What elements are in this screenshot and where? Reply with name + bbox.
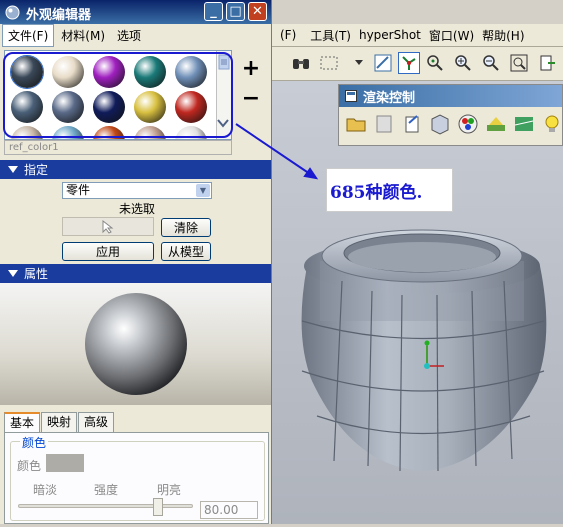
menu-file[interactable]: 文件(F): [2, 23, 55, 47]
edit-scene-icon[interactable]: [401, 113, 425, 137]
menu-material[interactable]: 材料(M): [56, 25, 110, 46]
zoom-in-icon[interactable]: [452, 52, 474, 74]
room-icon[interactable]: [429, 113, 453, 137]
tab-mapping[interactable]: 映射: [41, 412, 78, 432]
part-type-select[interactable]: 零件 ▼: [62, 182, 212, 199]
close-button[interactable]: ✕: [248, 2, 267, 21]
selection-status: 未选取: [118, 202, 155, 216]
assign-section-title: 指定: [24, 163, 49, 177]
render-control-title: 渲染控制: [363, 90, 416, 106]
tab-basic[interactable]: 基本: [4, 412, 41, 434]
zoom-out-icon[interactable]: [480, 52, 502, 74]
zoom-fit-icon[interactable]: [508, 52, 530, 74]
property-tabs: 基本 映射 高级: [4, 412, 115, 434]
part-type-value: 零件: [66, 183, 91, 197]
brightness-value-field[interactable]: 80.00: [200, 501, 258, 519]
window-icon: [345, 90, 357, 102]
slider-label-bright: 明亮: [157, 483, 182, 497]
cad-menu-help[interactable]: 帮助(H): [482, 27, 524, 44]
add-material-button[interactable]: +: [241, 56, 261, 81]
color-swatch-button[interactable]: [46, 454, 84, 472]
lights-icon[interactable]: [485, 113, 509, 137]
chevron-down-icon: ▼: [196, 184, 210, 197]
render-control-toolbar: 渲染控制: [338, 84, 563, 146]
cad-menu-window[interactable]: 窗口(W): [429, 27, 474, 44]
collapse-triangle-icon: [8, 166, 18, 173]
brightness-slider-track[interactable]: [18, 504, 193, 508]
material-preview: [0, 283, 271, 405]
editor-menubar: 文件(F) 材料(M) 选项: [0, 23, 271, 47]
editor-titlebar[interactable]: 外观编辑器 _ □ ✕: [0, 0, 271, 24]
material-name-field[interactable]: ref_color1: [4, 140, 232, 155]
view-manager-icon[interactable]: [536, 52, 558, 74]
properties-section-header[interactable]: 属性: [0, 264, 271, 283]
light-bulb-icon[interactable]: [541, 113, 563, 137]
render-control-titlebar[interactable]: 渲染控制: [339, 85, 562, 107]
graphics-viewport[interactable]: [272, 81, 563, 524]
cad-toolbar: [272, 47, 563, 81]
selection-box-icon[interactable]: [318, 52, 340, 74]
cad-menu-file-tail[interactable]: (F): [280, 28, 296, 42]
chevron-down-icon[interactable]: [348, 52, 370, 74]
menu-options[interactable]: 选项: [112, 25, 146, 46]
orient-icon[interactable]: [424, 52, 446, 74]
sphere-app-icon: [5, 5, 20, 20]
editor-title: 外观编辑器: [26, 8, 92, 23]
color-group-title: 颜色: [20, 434, 49, 451]
color-count-callout: 685种颜色.: [326, 168, 453, 212]
preview-sphere: [85, 293, 187, 395]
cursor-arrow-icon: [102, 219, 114, 234]
appearance-icon[interactable]: [457, 113, 481, 137]
color-label: 颜色: [17, 459, 42, 473]
palette-highlight-outline: [3, 52, 233, 138]
slider-label-intensity: 强度: [94, 483, 119, 497]
properties-section-title: 属性: [24, 267, 49, 281]
barrel-model: [301, 229, 547, 472]
tab-advanced[interactable]: 高级: [78, 412, 115, 432]
from-model-button[interactable]: 从模型: [161, 242, 211, 261]
clear-button[interactable]: 清除: [161, 218, 211, 237]
cad-menubar: (F) 工具(T) hyperShot 窗口(W) 帮助(H): [272, 24, 563, 47]
binoculars-icon[interactable]: [290, 52, 312, 74]
maximize-button[interactable]: □: [226, 2, 245, 21]
redraw-icon[interactable]: [372, 52, 394, 74]
open-folder-icon[interactable]: [345, 113, 369, 137]
save-scene-icon[interactable]: [373, 113, 397, 137]
remove-material-button[interactable]: −: [241, 86, 261, 111]
pick-geometry-button[interactable]: [62, 217, 154, 236]
assign-section-header[interactable]: 指定: [0, 160, 271, 179]
collapse-triangle-icon: [8, 270, 18, 277]
brightness-slider-thumb[interactable]: [153, 498, 163, 516]
apply-button[interactable]: 应用: [62, 242, 154, 261]
spin-center-icon[interactable]: [398, 52, 420, 74]
effects-icon[interactable]: [513, 113, 537, 137]
cad-menu-tools[interactable]: 工具(T): [310, 27, 351, 44]
slider-label-dim: 暗淡: [33, 483, 58, 497]
cad-menu-hypershot[interactable]: hyperShot: [359, 28, 421, 42]
minimize-button[interactable]: _: [204, 2, 223, 21]
